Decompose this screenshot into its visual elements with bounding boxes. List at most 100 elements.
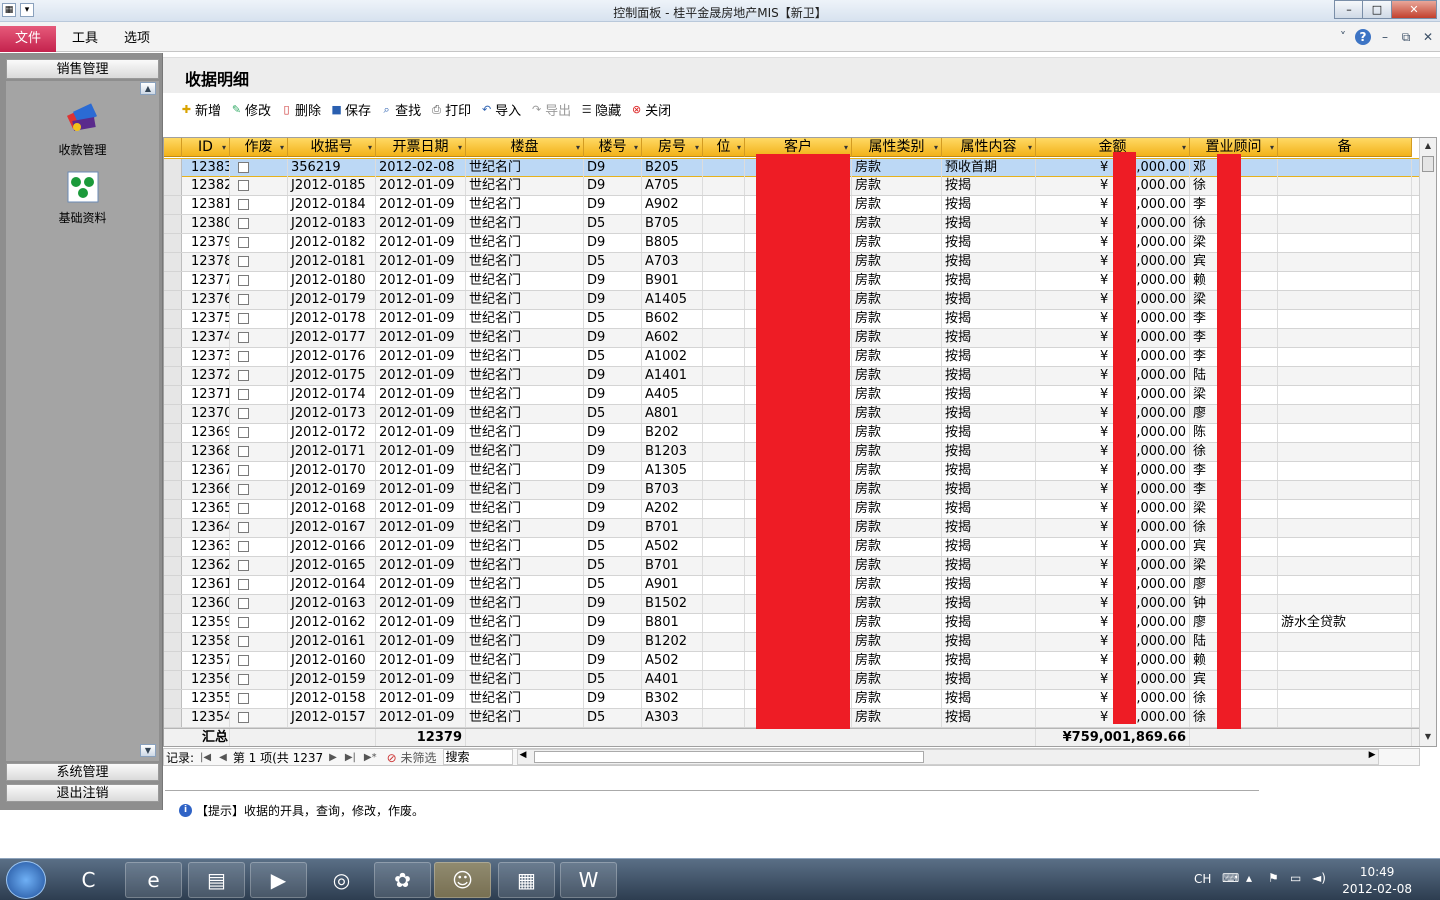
cell-note[interactable] [1278,443,1412,461]
cell-content[interactable]: 按揭 [942,538,1036,556]
scroll-down-icon[interactable]: ▼ [1421,729,1435,744]
void-checkbox[interactable] [238,503,249,514]
cell-date[interactable]: 2012-01-09 [376,177,466,195]
cell-pos[interactable] [703,443,745,461]
cell-pos[interactable] [703,519,745,537]
cell-cat[interactable]: 房款 [852,652,942,670]
cell-note[interactable] [1278,633,1412,651]
void-checkbox[interactable] [238,180,249,191]
nav-group-system[interactable]: 系统管理 [6,763,159,781]
cell-bldg[interactable]: D5 [584,253,642,271]
cell-void[interactable] [230,177,288,195]
tray-expand-icon[interactable]: ▴ [1246,871,1252,885]
column-filter-icon[interactable]: ▾ [280,138,284,157]
vertical-scrollbar[interactable]: ▲ ▼ [1419,138,1436,746]
cell-date[interactable]: 2012-01-09 [376,595,466,613]
import-button[interactable]: ↶ 导入 [479,100,521,119]
cell-void[interactable] [230,405,288,423]
cell-receipt[interactable]: J2012-0159 [288,671,376,689]
cell-receipt[interactable]: J2012-0161 [288,633,376,651]
cell-void[interactable] [230,159,288,177]
cell-cat[interactable]: 房款 [852,310,942,328]
cell-bldg[interactable]: D9 [584,595,642,613]
cell-estate[interactable]: 世纪名门 [466,690,584,708]
column-filter-icon[interactable]: ▾ [695,138,699,157]
cell-bldg[interactable]: D5 [584,538,642,556]
cell-room[interactable]: A401 [642,671,703,689]
delete-button[interactable]: ▯ 删除 [279,100,322,119]
cell-void[interactable] [230,424,288,442]
cell-id[interactable]: 12358 [182,633,230,651]
cell-date[interactable]: 2012-01-09 [376,443,466,461]
cell-receipt[interactable]: J2012-0181 [288,253,376,271]
cell-id[interactable]: 12379 [182,234,230,252]
row-selector[interactable] [164,215,182,233]
cell-receipt[interactable]: J2012-0180 [288,272,376,290]
cell-room[interactable]: B701 [642,557,703,575]
void-checkbox[interactable] [238,541,249,552]
close-button[interactable]: ⊗ 关闭 [629,100,671,119]
cell-void[interactable] [230,595,288,613]
cell-date[interactable]: 2012-01-09 [376,272,466,290]
cell-note[interactable] [1278,310,1412,328]
maximize-button[interactable]: □ [1362,0,1392,19]
column-filter-icon[interactable]: ▾ [1270,138,1274,157]
cell-cat[interactable]: 房款 [852,386,942,404]
cell-content[interactable]: 按揭 [942,652,1036,670]
row-selector[interactable] [164,177,182,195]
cell-cat[interactable]: 房款 [852,405,942,423]
cell-date[interactable]: 2012-02-08 [376,159,466,177]
cell-receipt[interactable]: J2012-0176 [288,348,376,366]
cell-id[interactable]: 12355 [182,690,230,708]
column-filter-icon[interactable]: ▾ [576,138,580,157]
cell-void[interactable] [230,652,288,670]
column-header[interactable]: 位 ▾ [703,138,745,157]
cell-room[interactable]: B705 [642,215,703,233]
cell-pos[interactable] [703,500,745,518]
row-selector[interactable] [164,652,182,670]
cell-bldg[interactable]: D9 [584,272,642,290]
cell-note[interactable] [1278,576,1412,594]
void-checkbox[interactable] [238,674,249,685]
cell-estate[interactable]: 世纪名门 [466,367,584,385]
first-record-icon[interactable]: |◀ [196,752,215,763]
cell-receipt[interactable]: J2012-0172 [288,424,376,442]
cell-bldg[interactable]: D5 [584,576,642,594]
cell-room[interactable]: A705 [642,177,703,195]
cell-bldg[interactable]: D9 [584,633,642,651]
cell-room[interactable]: B602 [642,310,703,328]
column-header[interactable]: 属性类别 ▾ [852,138,942,157]
cell-date[interactable]: 2012-01-09 [376,310,466,328]
cell-id[interactable]: 12381 [182,196,230,214]
cell-content[interactable]: 按揭 [942,690,1036,708]
cell-estate[interactable]: 世纪名门 [466,595,584,613]
network-icon[interactable]: ▭ [1290,871,1301,885]
cell-estate[interactable]: 世纪名门 [466,196,584,214]
row-selector[interactable] [164,557,182,575]
cell-note[interactable] [1278,519,1412,537]
cell-id[interactable]: 12377 [182,272,230,290]
cell-room[interactable]: B1203 [642,443,703,461]
cell-cat[interactable]: 房款 [852,234,942,252]
cell-estate[interactable]: 世纪名门 [466,614,584,632]
cell-receipt[interactable]: J2012-0175 [288,367,376,385]
cell-cat[interactable]: 房款 [852,424,942,442]
cell-room[interactable]: A303 [642,709,703,727]
cell-receipt[interactable]: J2012-0160 [288,652,376,670]
cell-void[interactable] [230,386,288,404]
row-selector[interactable] [164,481,182,499]
media-player-icon[interactable]: ▶ [250,862,307,898]
cell-content[interactable]: 按揭 [942,519,1036,537]
cell-void[interactable] [230,443,288,461]
search-input[interactable]: 搜索 [442,749,513,765]
cell-bldg[interactable]: D9 [584,462,642,480]
cell-id[interactable]: 12372 [182,367,230,385]
access-app-icon[interactable]: ▦ [498,862,555,898]
last-record-icon[interactable]: ▶| [341,752,360,763]
find-button[interactable]: ⌕ 查找 [379,100,421,119]
cell-room[interactable]: B901 [642,272,703,290]
cell-receipt[interactable]: J2012-0167 [288,519,376,537]
cell-room[interactable]: A202 [642,500,703,518]
cell-pos[interactable] [703,690,745,708]
cell-cat[interactable]: 房款 [852,253,942,271]
